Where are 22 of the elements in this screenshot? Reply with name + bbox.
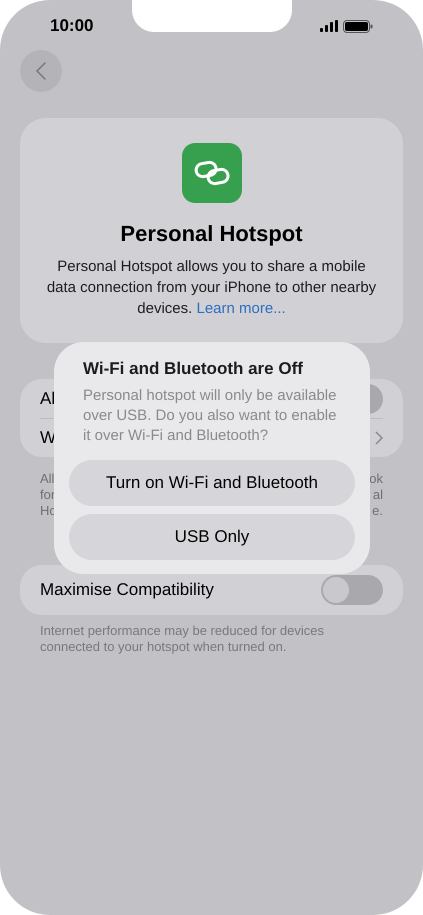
dialog-button[interactable]: Turn on Wi-Fi and Bluetooth xyxy=(69,460,355,506)
dialog-message: Personal hotspot will only be available over USB. Do you also want to enable it over Wi-Fi and Bluetooth? xyxy=(82,386,338,446)
back-button[interactable] xyxy=(20,50,62,92)
battery-icon xyxy=(343,20,373,32)
footer-fragment: al xyxy=(372,487,383,503)
compatibility-footer: Internet performance may be reduced for devices connected to your hotspot when turned on. xyxy=(20,623,403,655)
row-label: Al xyxy=(40,388,56,410)
hotspot-description: Personal Hotspot allows you to share a mobile data connection from your iPhone to other nearby devices. Learn more... xyxy=(46,257,378,319)
compatibility-label: Maximise Compatibility xyxy=(40,579,214,602)
footer-fragment: for xyxy=(40,487,56,503)
footer-fragment: e. xyxy=(372,503,383,519)
status-time: 10:00 xyxy=(50,15,94,38)
dialog-button[interactable]: USB Only xyxy=(69,514,355,560)
toggle-switch[interactable] xyxy=(321,575,383,605)
hotspot-title: Personal Hotspot xyxy=(120,220,303,248)
footer-fragment: All xyxy=(40,471,56,487)
signal-icon xyxy=(320,20,338,32)
chevron-right-icon xyxy=(375,430,383,444)
footer-fragment: ok xyxy=(369,471,383,487)
dialog-title: Wi-Fi and Bluetooth are Off xyxy=(82,358,304,380)
link-icon xyxy=(182,143,242,203)
chevron-left-icon xyxy=(35,61,47,81)
